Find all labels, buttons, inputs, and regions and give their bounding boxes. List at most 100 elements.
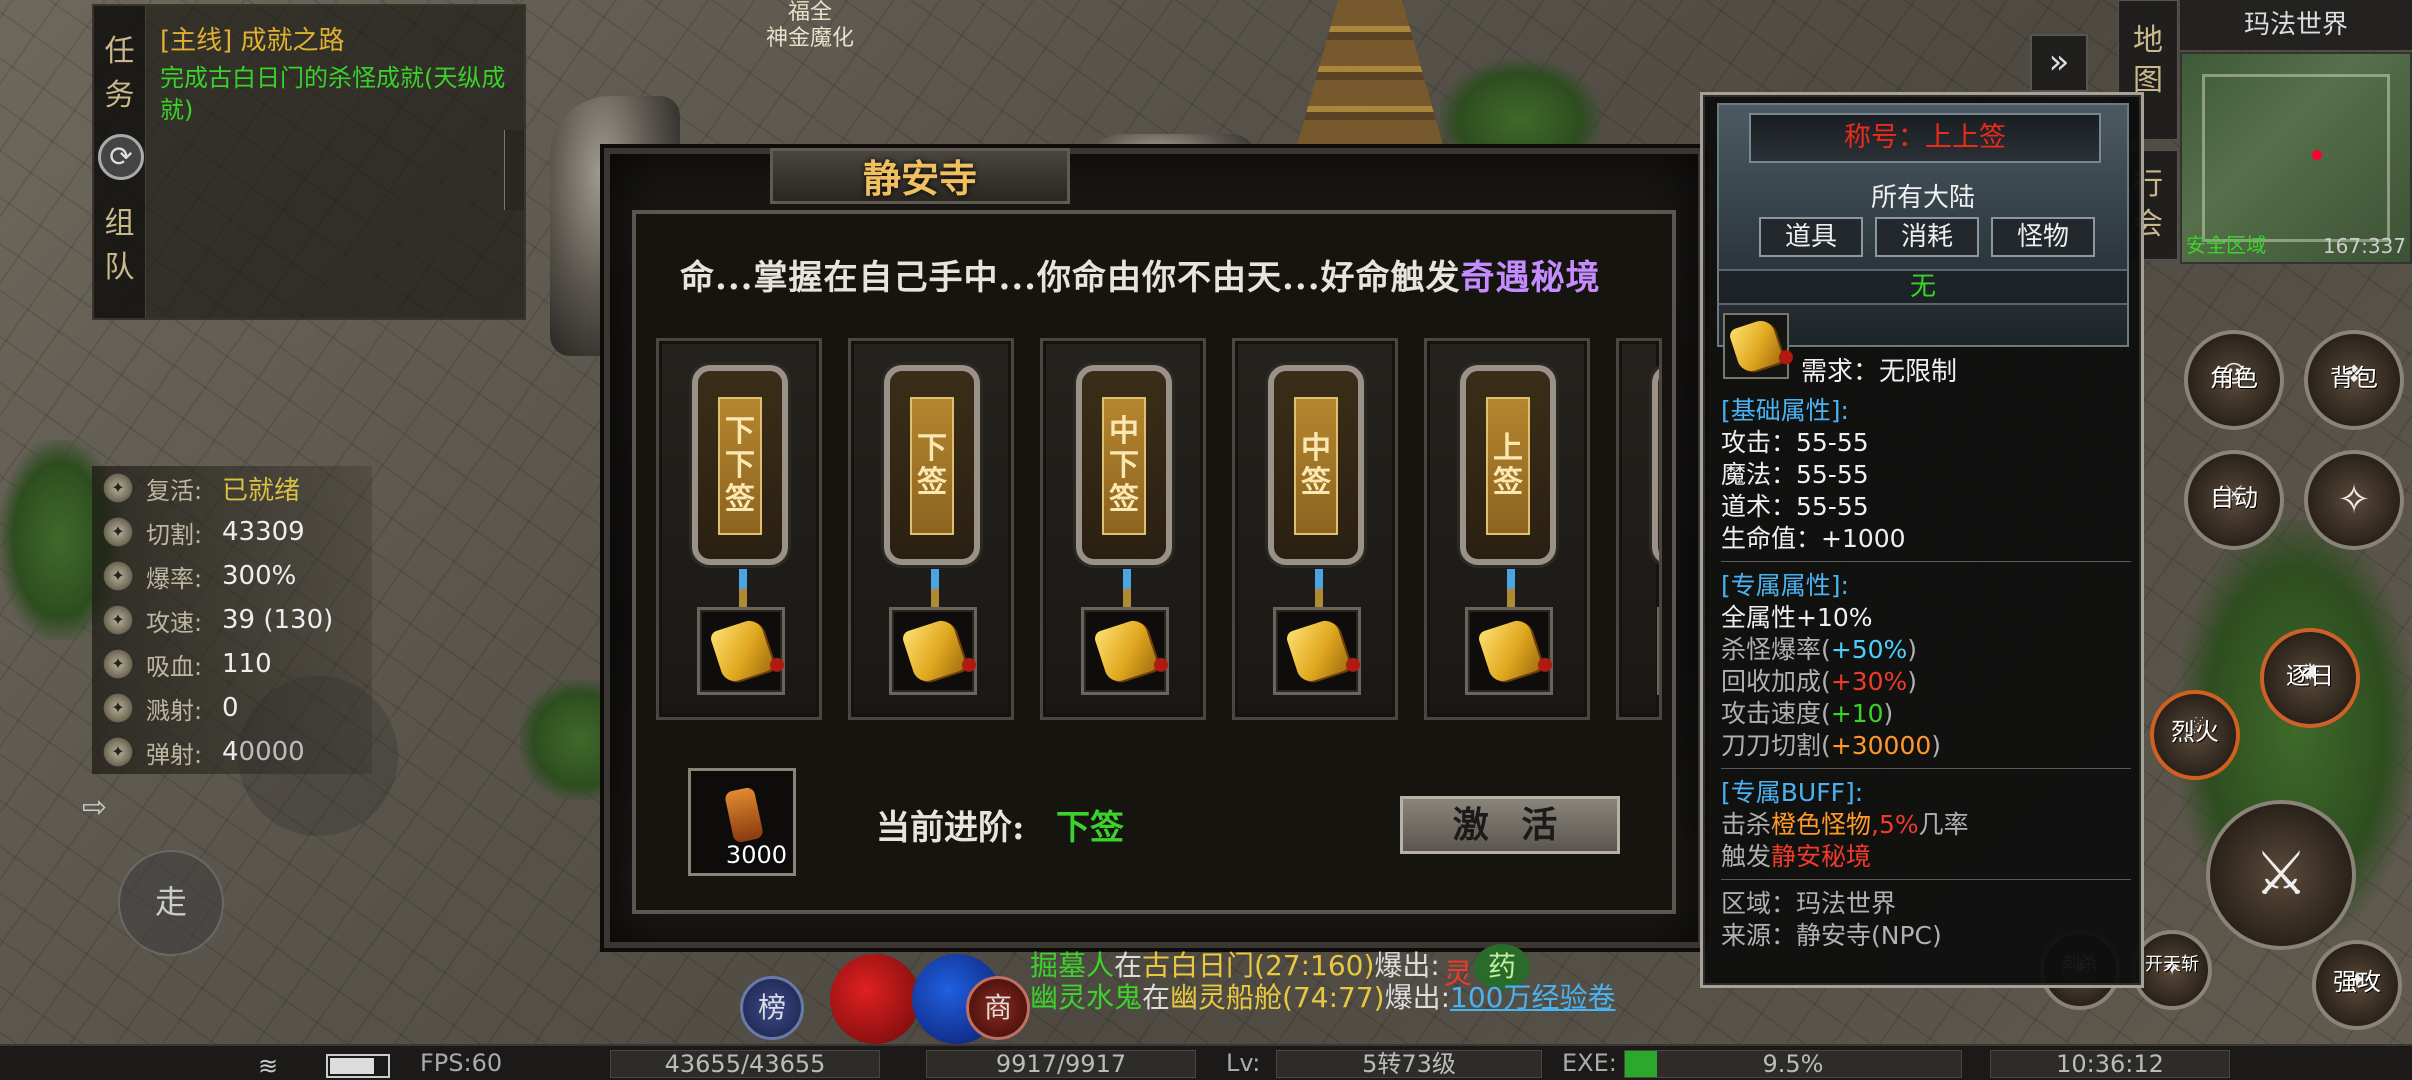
attr-kill-drop-rate: 杀怪爆率(+50%)	[1721, 635, 1918, 664]
reward-slot[interactable]	[1465, 607, 1553, 695]
fortune-tablet-icon: 中签	[1268, 365, 1364, 565]
walk-button[interactable]: 走	[118, 850, 224, 956]
refresh-icon[interactable]: ⟳	[98, 134, 144, 180]
reward-slot[interactable]	[1273, 607, 1361, 695]
fortune-card[interactable]: 下下签	[656, 338, 822, 720]
chat-line: 掘墓人在古白日门(27:160)爆出:	[1030, 950, 1590, 982]
npc-title: 神金魔化	[765, 26, 854, 51]
skill-kaitian-button[interactable]: ✦ 开天斩	[2132, 930, 2212, 1010]
battery-level	[330, 1058, 374, 1074]
title-tooltip: 称号：上上签 所有大陆 道具 消耗 怪物 无 需求：无限制 [基础属性]: 攻击…	[1700, 92, 2144, 988]
fortune-char: 签	[917, 465, 947, 500]
base-attributes-header: [基础属性]:	[1721, 396, 1849, 425]
buff-chance: 5%	[1878, 810, 1919, 839]
compass-button[interactable]: ✧	[2304, 450, 2404, 550]
quest-title[interactable]: [主线] 成就之路	[160, 20, 345, 57]
auto-label: 自动	[2210, 484, 2258, 512]
arrow-toggle-icon[interactable]: ⇨	[82, 790, 107, 825]
reward-slot[interactable]	[697, 607, 785, 695]
level-label: Lv:	[1226, 1049, 1261, 1077]
npc-label[interactable]: 福全 神金魔化	[740, 0, 880, 52]
quest-collapse-handle[interactable]	[504, 130, 524, 210]
tooltip-source: 来源：静安寺(NPC)	[1721, 921, 1942, 950]
reward-slot[interactable]	[889, 607, 977, 695]
player-coordinates: 167:337	[2322, 234, 2406, 258]
shop-button[interactable]: 商	[966, 976, 1030, 1040]
stat-label: 爆率:	[146, 564, 203, 593]
skill-liehuo-button[interactable]: ☄ 烈火	[2150, 690, 2240, 780]
fortune-card[interactable]: 中签	[1232, 338, 1398, 720]
level-value: 5转73级	[1276, 1050, 1542, 1078]
stat-value: 43309	[222, 517, 305, 547]
revive-icon: ✦	[100, 473, 136, 503]
minimap-walls	[2202, 74, 2390, 242]
tab-items[interactable]: 道具	[1759, 217, 1863, 257]
walk-label: 走	[154, 883, 187, 921]
fortune-tablet-icon: 下签	[884, 365, 980, 565]
tab-quest[interactable]: 任 务	[94, 6, 145, 118]
chat-item-link[interactable]: 100万经验卷	[1450, 981, 1615, 1014]
character-button[interactable]: ☺ 角色	[2184, 330, 2284, 430]
lot-item-count: 3000	[725, 841, 787, 869]
fortune-card[interactable]: 中下签	[1040, 338, 1206, 720]
quest-description[interactable]: 完成古白日门的杀怪成就(天纵成就)	[160, 62, 520, 126]
fps-counter: FPS:60	[420, 1049, 503, 1077]
fortune-card[interactable]: 上签	[1424, 338, 1590, 720]
reward-slot[interactable]	[1657, 607, 1659, 695]
tooltip-none-value: 无	[1719, 269, 2127, 305]
ranking-button[interactable]: 榜	[740, 976, 804, 1040]
tab-monsters[interactable]: 怪物	[1991, 217, 2095, 257]
minimap[interactable]: 安全区域 167:337	[2180, 52, 2412, 264]
chat-location[interactable]: 幽灵船舱(74:77)	[1170, 981, 1385, 1014]
joystick-ring[interactable]	[238, 676, 398, 836]
wifi-icon: ≋	[258, 1052, 279, 1080]
scroll-icon	[1284, 617, 1352, 685]
tab-consumables[interactable]: 消耗	[1875, 217, 1979, 257]
fortune-char: 下	[917, 431, 947, 466]
fortune-card[interactable]: 下签	[848, 338, 1014, 720]
npc-name: 福全	[787, 0, 832, 25]
tooltip-title: 称号：上上签	[1749, 113, 2101, 163]
buff-realm: 静安秘境	[1771, 842, 1872, 871]
skill-qianggong-button[interactable]: ✦ 强攻	[2312, 940, 2402, 1030]
fortune-char: 签	[1493, 465, 1523, 500]
chat-location[interactable]: 古白日门(27:160)	[1142, 949, 1374, 982]
reward-slot[interactable]	[1081, 607, 1169, 695]
character-label: 角色	[2210, 364, 2258, 392]
fortune-tablet-icon: 上签	[1460, 365, 1556, 565]
chat-player[interactable]: 掘墓人	[1030, 949, 1114, 982]
skill-kaitian-label: 开天斩	[2145, 954, 2199, 975]
chat-text: 爆出:	[1374, 949, 1440, 982]
fortune-tablet-label: 下签	[910, 397, 954, 535]
intro-prefix: 命...掌握在自己手中...你命由你不由天...好命触发	[680, 258, 1461, 298]
pagoda-tower	[1290, 0, 1450, 170]
tab-team-char1: 组	[104, 206, 135, 241]
expand-arrow-icon[interactable]: »	[2030, 34, 2088, 92]
fortune-card[interactable]: 上	[1616, 338, 1662, 720]
fortune-tablet-label: 上签	[1486, 397, 1530, 535]
scroll-icon	[1727, 317, 1785, 375]
stat-row-drop-rate: ✦ 爆率: 300%	[92, 554, 372, 598]
bounce-icon: ✦	[100, 737, 136, 767]
chat-player[interactable]: 幽灵水鬼	[1030, 981, 1142, 1014]
auto-button[interactable]: ⚔ 自动	[2184, 450, 2284, 550]
skill-zhuri-button[interactable]: ✹ 逐日	[2260, 628, 2360, 728]
compass-icon: ✧	[2337, 477, 2371, 523]
exp-bar: 9.5%	[1624, 1050, 1962, 1078]
attr-magic: 魔法：55-55	[1721, 460, 1869, 489]
lot-item-slot[interactable]: 3000	[688, 768, 796, 876]
fortune-char: 下	[725, 414, 755, 449]
stat-row-attack-speed: ✦ 攻速: 39 (130)	[92, 598, 372, 642]
lot-stick-icon	[723, 786, 765, 844]
quest-panel[interactable]: 任 务 组 队 ⟳ [主线] 成就之路 完成古白日门的杀怪成就(天纵成就)	[92, 4, 526, 320]
bag-button[interactable]: ❖ 背包	[2304, 330, 2404, 430]
stat-label: 溅射:	[146, 696, 203, 725]
mp-readout: 9917/9917	[926, 1050, 1196, 1078]
stat-value: 39 (130)	[222, 605, 334, 635]
attr-attack: 攻击：55-55	[1721, 428, 1869, 457]
activate-button[interactable]: 激 活	[1400, 796, 1620, 854]
attr-taoism: 道术：55-55	[1721, 492, 1869, 521]
hp-readout: 43655/43655	[610, 1050, 880, 1078]
main-attack-button[interactable]: ⚔	[2206, 800, 2356, 950]
fortune-char: 上	[1493, 431, 1523, 466]
